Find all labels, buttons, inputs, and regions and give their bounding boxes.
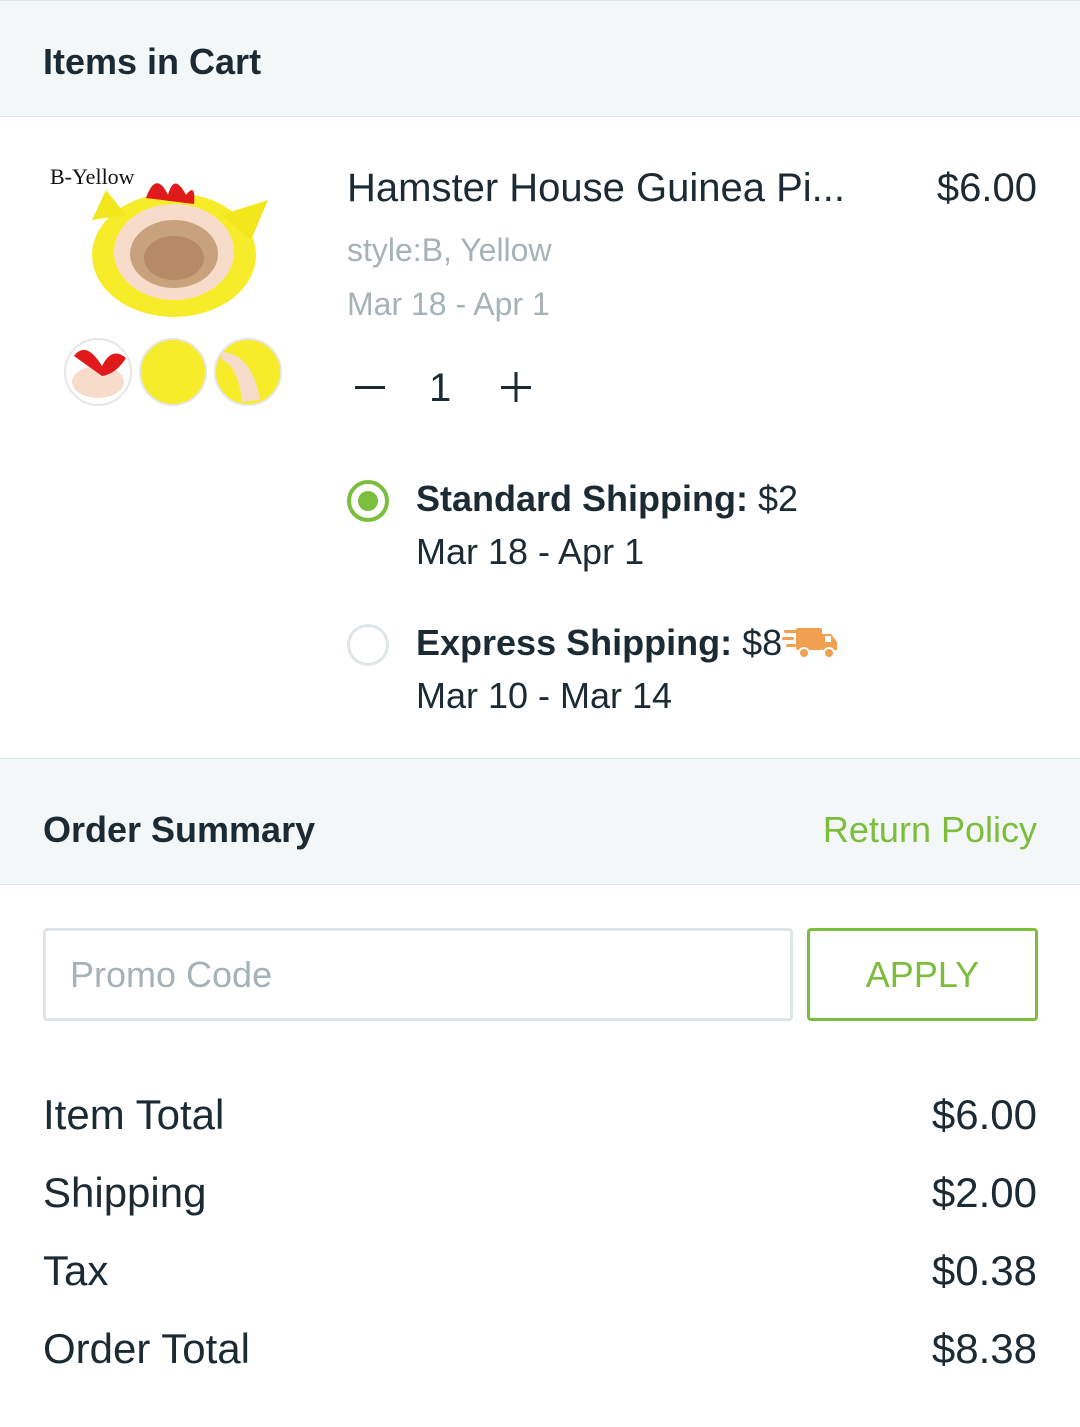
shipping-total-row: Shipping $2.00 [43,1169,1037,1225]
promo-code-input[interactable] [43,928,793,1021]
quantity-increase-button[interactable] [493,362,537,412]
standard-shipping-label: Standard Shipping: [416,478,748,519]
item-total-label: Item Total [43,1091,225,1138]
product-name[interactable]: Hamster House Guinea Pi... [347,166,845,211]
minus-icon [355,386,385,389]
express-shipping-title: Express Shipping: $8 [416,622,782,664]
cart-header-title: Items in Cart [43,41,262,82]
cart-header: Items in Cart [0,0,1080,117]
order-total-label: Order Total [43,1325,250,1372]
shipping-total-value: $2.00 [931,1169,1037,1216]
item-total-value: $6.00 [931,1091,1037,1138]
express-shipping-label: Express Shipping: [416,622,733,663]
express-shipping-radio[interactable] [347,624,389,666]
express-shipping-price: $8 [742,622,783,663]
product-delivery-dates: Mar 18 - Apr 1 [347,286,550,322]
tax-row: Tax $0.38 [43,1247,1037,1303]
quantity-decrease-button[interactable] [349,362,393,412]
item-total-row: Item Total $6.00 [43,1091,1037,1147]
product-image[interactable]: B-Yellow [46,160,286,410]
standard-shipping-price: $2 [758,478,799,519]
quantity-stepper: 1 [347,362,547,412]
quantity-value: 1 [429,366,452,410]
tax-label: Tax [43,1247,109,1294]
express-shipping-dates: Mar 10 - Mar 14 [416,675,673,716]
order-total-value: $8.38 [931,1325,1037,1372]
order-total-row: Order Total $8.38 [43,1325,1037,1381]
shipping-option-express[interactable]: Express Shipping: $8 Mar 10 - Mar 14 [345,619,1045,729]
shipping-option-standard[interactable]: Standard Shipping: $2 Mar 18 - Apr 1 [345,475,1045,585]
product-price: $6.00 [936,166,1037,210]
product-variant: style:B, Yellow [347,232,552,268]
standard-shipping-dates: Mar 18 - Apr 1 [416,531,645,572]
order-summary-header: Order Summary Return Policy [0,758,1080,885]
plus-icon [501,372,531,402]
standard-shipping-radio[interactable] [347,480,389,522]
tax-value: $0.38 [931,1247,1037,1294]
standard-shipping-title: Standard Shipping: $2 [416,478,798,520]
order-summary-title: Order Summary [43,809,316,850]
return-policy-link[interactable]: Return Policy [823,809,1037,851]
delivery-truck-icon [782,628,837,659]
apply-promo-button[interactable]: APPLY [807,928,1038,1021]
shipping-total-label: Shipping [43,1169,207,1216]
product-image-label: B-Yellow [50,164,135,189]
